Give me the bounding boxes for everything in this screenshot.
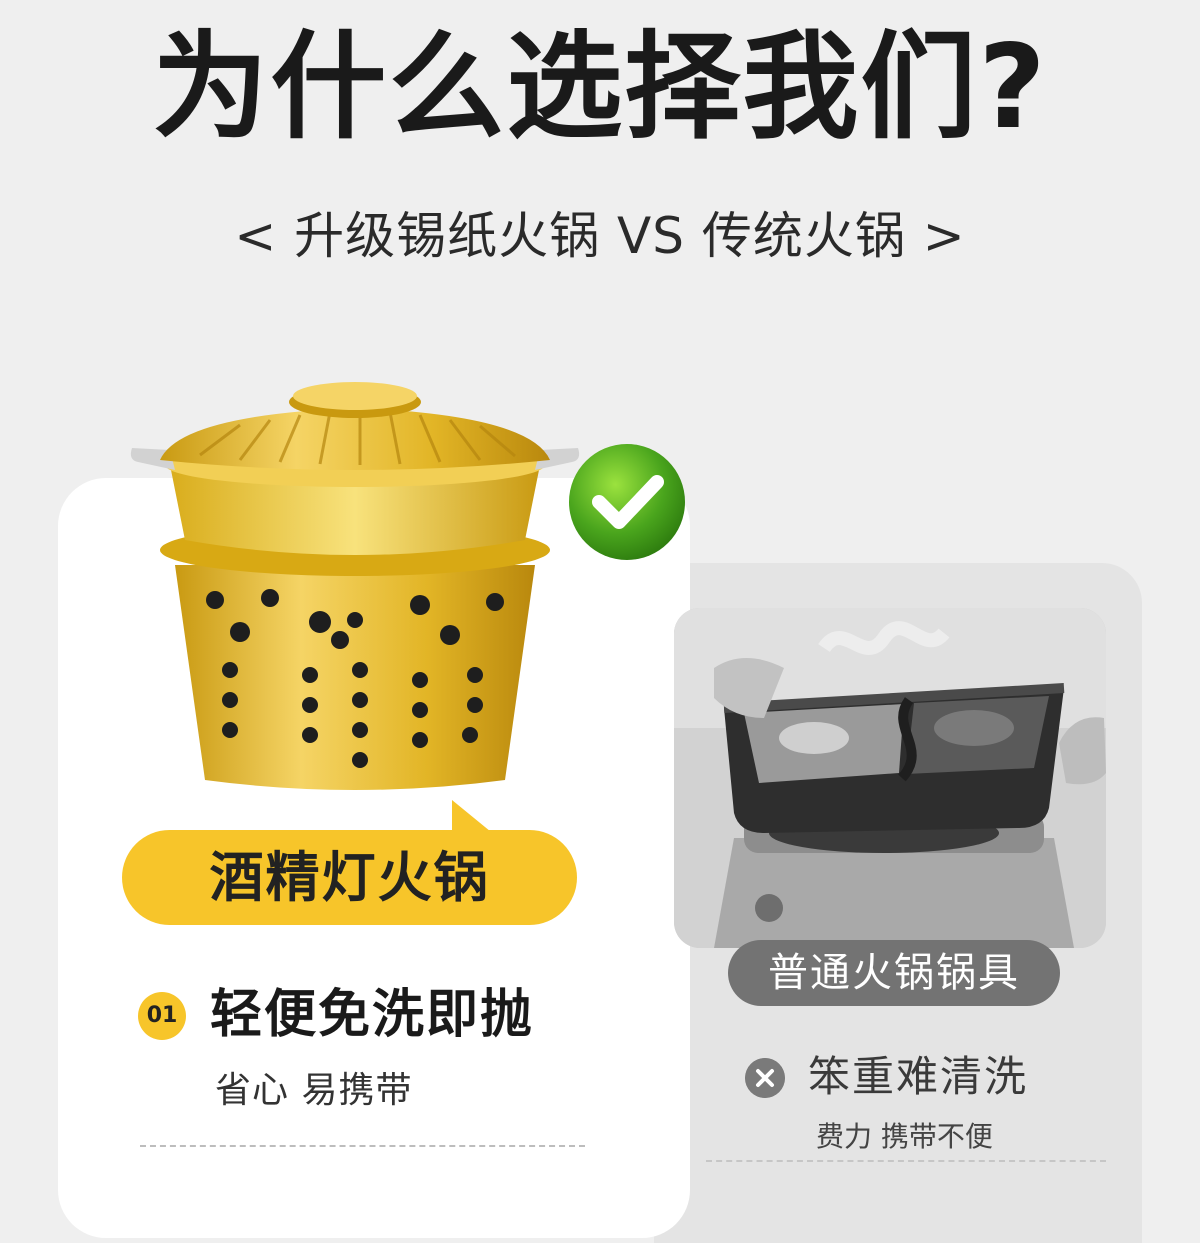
divider (706, 1160, 1106, 1162)
traditional-label: 普通火锅锅具 (728, 940, 1060, 1006)
feature-subtitle: 省心 易携带 (215, 1070, 413, 1111)
feature-number-badge: 01 (138, 992, 186, 1040)
x-circle-icon (745, 1058, 785, 1098)
divider (140, 1145, 585, 1147)
feature-title: 轻便免洗即抛 (210, 985, 535, 1045)
comparison-subtitle: < 升级锡纸火锅 VS 传统火锅 > (234, 207, 966, 265)
con-subtitle: 费力 携带不便 (816, 1120, 993, 1153)
foil-hotpot-image (130, 382, 580, 790)
check-icon (569, 444, 685, 560)
traditional-hotpot-photo (674, 608, 1106, 948)
con-title: 笨重难清洗 (808, 1052, 1029, 1101)
page-title: 为什么选择我们? (152, 20, 1048, 155)
product-label: 酒精灯火锅 (209, 846, 490, 909)
